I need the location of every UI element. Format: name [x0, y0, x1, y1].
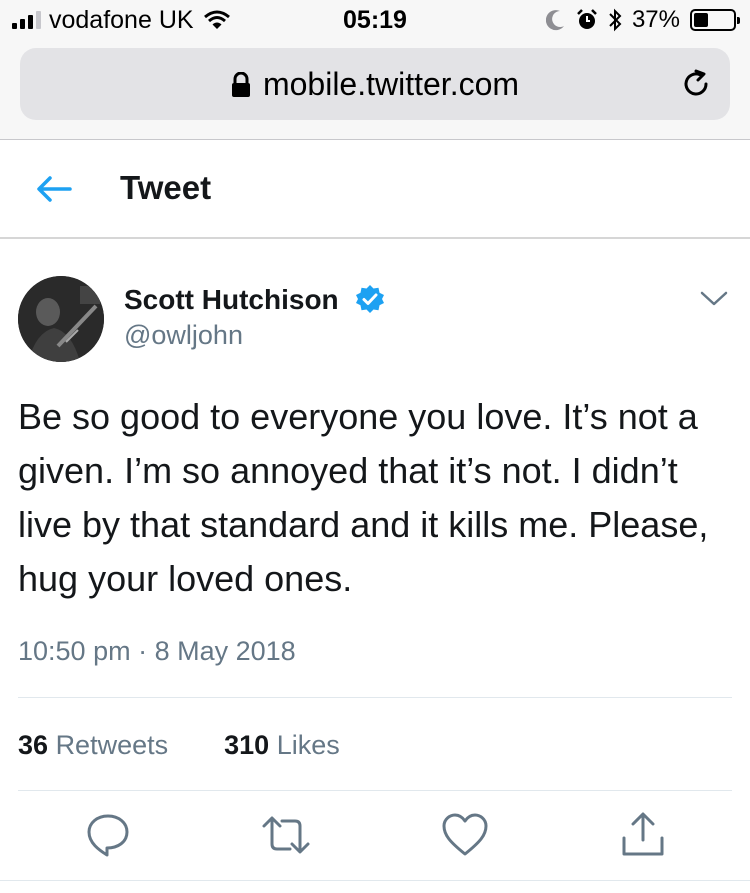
retweets-label: Retweets [55, 730, 169, 760]
share-icon[interactable] [618, 810, 668, 865]
avatar[interactable] [18, 276, 104, 362]
back-arrow-icon[interactable] [34, 173, 74, 210]
address-bar[interactable]: mobile.twitter.com [20, 48, 730, 120]
page-title: Tweet [120, 169, 212, 206]
like-icon[interactable] [440, 810, 490, 865]
tweet-actions [0, 810, 750, 870]
battery-percent: 37% [631, 6, 680, 33]
divider [18, 697, 732, 698]
reply-icon[interactable] [83, 810, 133, 865]
likes-count: 310 [224, 730, 270, 760]
tweet-stats: 36 Retweets 310 Likes [18, 730, 340, 761]
divider [0, 880, 750, 881]
alarm-icon [577, 9, 597, 29]
retweet-icon[interactable] [260, 810, 312, 865]
lock-icon [231, 69, 251, 106]
likes-label: Likes [276, 730, 340, 760]
author-name[interactable]: Scott Hutchison [124, 284, 339, 316]
tweet-timestamp: 10:50 pm · 8 May 2018 [18, 636, 296, 666]
chevron-down-icon[interactable] [700, 290, 728, 313]
verified-badge-icon [355, 284, 385, 319]
status-bar: vodafone UK 05:19 37% [0, 0, 750, 40]
page-header: Tweet [0, 141, 750, 239]
reload-icon[interactable] [680, 68, 712, 105]
divider [18, 790, 732, 791]
bluetooth-icon [609, 8, 622, 32]
retweets-stat[interactable]: 36 Retweets [18, 730, 168, 761]
moon-icon [545, 10, 564, 31]
browser-toolbar: mobile.twitter.com [0, 40, 750, 140]
tweet-text: Be so good to everyone you love. It’s no… [18, 396, 709, 599]
author-handle[interactable]: @owljohn [124, 320, 243, 351]
likes-stat[interactable]: 310 Likes [224, 730, 340, 761]
retweets-count: 36 [18, 730, 49, 760]
battery-icon [690, 9, 740, 31]
url-text: mobile.twitter.com [262, 66, 520, 102]
